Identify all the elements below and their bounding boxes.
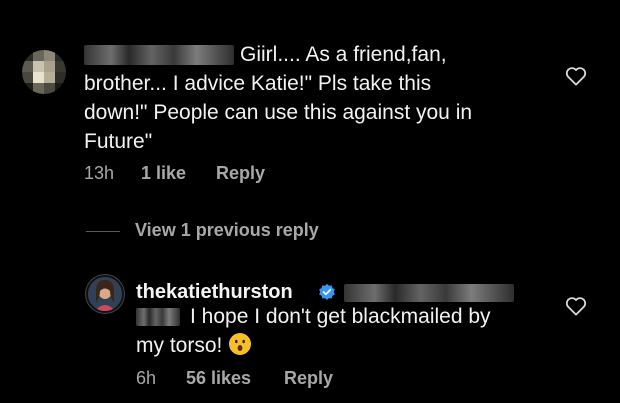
comment-text: down!" People can use this against you i… [84, 101, 473, 124]
heart-icon[interactable] [565, 66, 587, 86]
comment-text: brother... I advice Katie!" Pls take thi… [84, 72, 432, 95]
reply-text: my torso! [136, 331, 252, 360]
astonished-face-emoji-icon [229, 333, 252, 355]
comment-time: 13h [84, 163, 115, 183]
view-previous-replies-button[interactable]: View 1 previous reply [135, 220, 319, 241]
comment-meta: 13h [84, 163, 114, 184]
reply-avatar[interactable] [86, 275, 124, 313]
commenter-username-redacted[interactable] [84, 45, 234, 65]
reply-likes[interactable]: 56 likes [186, 368, 251, 389]
comment-likes[interactable]: 1 like [141, 163, 186, 184]
reply-button[interactable]: Reply [216, 163, 265, 184]
commenter-avatar[interactable] [22, 50, 66, 94]
mentioned-username-redacted[interactable] [344, 284, 514, 302]
reply-mention-redacted[interactable] [136, 308, 180, 326]
heart-icon[interactable] [565, 296, 587, 316]
verified-badge-icon [319, 283, 335, 300]
reply-header: thekatiethurston [136, 281, 293, 304]
reply-time: 6h [136, 368, 157, 388]
profile-photo [88, 277, 122, 311]
reply-username[interactable]: thekatiethurston [136, 281, 293, 303]
comment-text: Future" [84, 130, 153, 153]
reply-reply-button[interactable]: Reply [284, 368, 333, 389]
comment-text: Giirl.... As a friend,fan, [240, 43, 447, 66]
reply-text: I hope I don't get blackmailed by [190, 305, 491, 328]
replies-divider [86, 231, 120, 232]
